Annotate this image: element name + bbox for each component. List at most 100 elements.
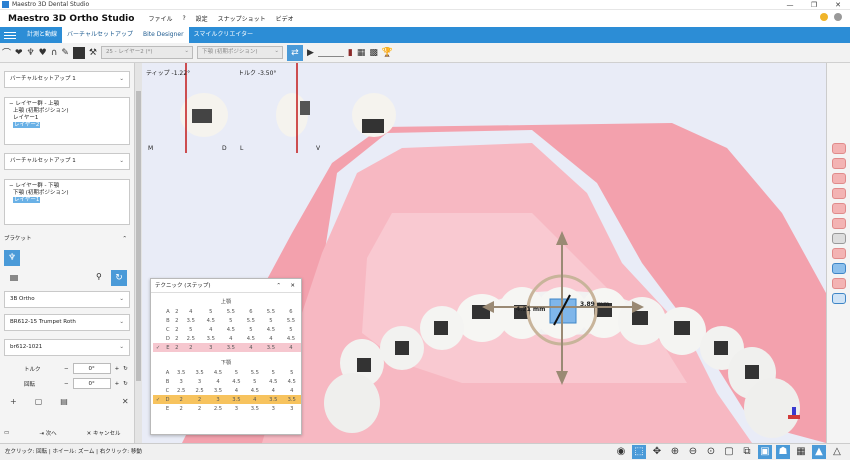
plier-icon[interactable]: ⚒	[89, 45, 97, 61]
tree-item[interactable]: 上顎 (初期ポジション)	[9, 108, 129, 115]
technique-row[interactable]: A 3.5 3.5 4.5 5 5.5 5 5	[153, 368, 301, 377]
menu-help[interactable]: ?	[182, 15, 185, 22]
next-button[interactable]: ⇥ 次へ	[39, 429, 56, 437]
setup-select-lower[interactable]: バーチャルセットアップ 1	[4, 153, 130, 170]
cancel-button[interactable]: ✕ キャンセル	[87, 429, 121, 437]
eye-icon[interactable]: ◉	[614, 445, 628, 459]
close-icon[interactable]: ✕	[290, 279, 295, 293]
tree-group-lower[interactable]: − レイヤー群 - 下顎	[9, 183, 129, 190]
rotation-minus-button[interactable]: −	[64, 381, 69, 387]
pen-icon[interactable]: ✎	[61, 45, 69, 61]
collapse-icon[interactable]: ⌃	[276, 279, 281, 293]
heart-icon[interactable]: ❤	[15, 45, 23, 61]
tooth-pair-icon[interactable]: ♥	[39, 45, 47, 61]
view-right-icon[interactable]	[831, 188, 846, 199]
chat-icon[interactable]	[820, 13, 828, 21]
torque-input[interactable]: 0°	[72, 363, 111, 374]
layer-icon[interactable]: ▩	[369, 45, 378, 61]
technique-row[interactable]: A 2 4 5 5.5 6 5.5 6	[153, 307, 301, 316]
sync-icon[interactable]: ↻	[111, 270, 127, 286]
view-front-icon[interactable]	[831, 173, 846, 184]
triangle-icon[interactable]: △	[830, 445, 844, 459]
menu-settings[interactable]: 設定	[196, 14, 208, 23]
film-icon[interactable]: ▦	[357, 45, 366, 61]
square-icon[interactable]	[72, 46, 85, 59]
trophy-icon[interactable]: 🏆	[382, 45, 393, 61]
bracket-section-header[interactable]: ブラケット ⌃	[0, 233, 135, 245]
torque-plus-button[interactable]: +	[115, 366, 120, 372]
maximize-button[interactable]: ❐	[802, 0, 826, 10]
technique-row[interactable]: ✓ D 2 2 3 3.5 4 3.5 3.5	[153, 395, 301, 404]
reset-icon[interactable]: ↻	[123, 366, 128, 372]
technique-row[interactable]: E 2 2 2.5 3 3.5 3 3	[153, 404, 301, 413]
tab-measure[interactable]: 計測と動線	[22, 27, 62, 43]
menu-file[interactable]: ファイル	[148, 14, 172, 23]
tab-virtual-setup[interactable]: バーチャルセットアップ	[62, 27, 138, 43]
copy-icon[interactable]: ⧉	[740, 445, 754, 459]
tab-smile-creator[interactable]: スマイルクリエイター	[189, 27, 259, 43]
play-icon[interactable]: ▶	[307, 45, 314, 61]
technique-row[interactable]: C 2 5 4 4.5 5 4.5 5	[153, 325, 301, 334]
view-smile-icon[interactable]	[831, 278, 846, 289]
bracket-code-select[interactable]: br612-1021	[4, 339, 130, 356]
pin-icon[interactable]: ⚲	[96, 272, 102, 281]
user-icon[interactable]	[834, 13, 842, 21]
menu-video[interactable]: ビデオ	[276, 14, 294, 23]
profile-icon[interactable]: ☗	[776, 445, 790, 459]
tab-bite-designer[interactable]: Bite Designer	[137, 27, 189, 43]
tree-item-selected[interactable]: レイヤー2	[13, 122, 41, 128]
view-upper-arch-icon[interactable]	[831, 143, 846, 154]
view-back-icon[interactable]	[831, 218, 846, 229]
torque-minus-button[interactable]: −	[64, 366, 69, 372]
tree-group-upper[interactable]: − レイヤー群 - 上顎	[9, 101, 129, 108]
tree-item[interactable]: レイヤー1	[9, 115, 129, 122]
technique-row[interactable]: ✓ E 2 2 3 3.5 4 3.5 4	[153, 343, 301, 352]
triangle-fill-icon[interactable]: ▲	[812, 445, 826, 459]
arch-select[interactable]: 下顎 (初期ポジション)	[196, 46, 283, 59]
view-active-icon[interactable]	[831, 263, 846, 274]
image-icon[interactable]: ▣	[758, 445, 772, 459]
rotation-plus-button[interactable]: +	[115, 381, 120, 387]
bracket-tooth-icon[interactable]: ♆	[4, 250, 20, 266]
close-button[interactable]: ✕	[826, 0, 850, 10]
view-occlusal-icon[interactable]	[831, 233, 846, 244]
zoom-out-icon[interactable]: ⊖	[686, 445, 700, 459]
view-lower-arch-icon[interactable]	[831, 158, 846, 169]
toggle-active-icon[interactable]: ⇄	[286, 44, 303, 61]
bracket-icon[interactable]: ▢	[35, 397, 43, 406]
arch-upper-icon[interactable]: ⌒	[2, 45, 11, 61]
rotation-input[interactable]: 0°	[72, 378, 111, 389]
bracket-brand-select[interactable]: 3B Ortho	[4, 291, 130, 308]
menu-snapshot[interactable]: スナップショット	[218, 14, 266, 23]
bracket-image-icon[interactable]	[10, 275, 18, 281]
arch-lower-icon[interactable]: ∩	[51, 45, 58, 61]
view-left-icon[interactable]	[831, 203, 846, 214]
view-bottom-icon[interactable]	[831, 248, 846, 259]
window-icon[interactable]: ▢	[722, 445, 736, 459]
layer-select[interactable]: 25 - レイヤー2 (*)	[100, 46, 193, 59]
list-icon[interactable]: ▭	[4, 430, 9, 436]
target-icon[interactable]: ⊙	[704, 445, 718, 459]
remove-icon[interactable]: ✕	[122, 397, 129, 406]
grid-icon[interactable]: ▦	[794, 445, 808, 459]
sidebar-scrollbar[interactable]	[135, 63, 142, 443]
tooth-icon[interactable]: ♆	[27, 45, 35, 61]
technique-row[interactable]: C 2.5 2.5 3.5 4 4.5 4 4	[153, 386, 301, 395]
technique-row[interactable]: B 3 3 4 4.5 5 4.5 4.5	[153, 377, 301, 386]
slider[interactable]	[317, 49, 344, 57]
tree-item[interactable]: 下顎 (初期ポジション)	[9, 190, 129, 197]
view-grid-icon[interactable]	[831, 293, 846, 304]
minimize-button[interactable]: —	[778, 0, 802, 10]
calendar-icon[interactable]: ▤	[60, 397, 68, 406]
setup-select-upper[interactable]: バーチャルセットアップ 1	[4, 71, 130, 88]
reset-icon[interactable]: ↻	[123, 381, 128, 387]
zoom-in-icon[interactable]: ⊕	[668, 445, 682, 459]
add-icon[interactable]: +	[10, 397, 17, 406]
move-icon[interactable]: ✥	[650, 445, 664, 459]
tree-item-selected[interactable]: レイヤー1	[13, 197, 41, 203]
select-tool-icon[interactable]: ⬚	[632, 445, 646, 459]
technique-row[interactable]: D 2 2.5 3.5 4 4.5 4 4.5	[153, 334, 301, 343]
technique-row[interactable]: B 2 3.5 4.5 5 5.5 5 5.5	[153, 316, 301, 325]
hamburger-icon[interactable]	[4, 31, 16, 39]
document-icon[interactable]: ▮	[348, 45, 353, 61]
